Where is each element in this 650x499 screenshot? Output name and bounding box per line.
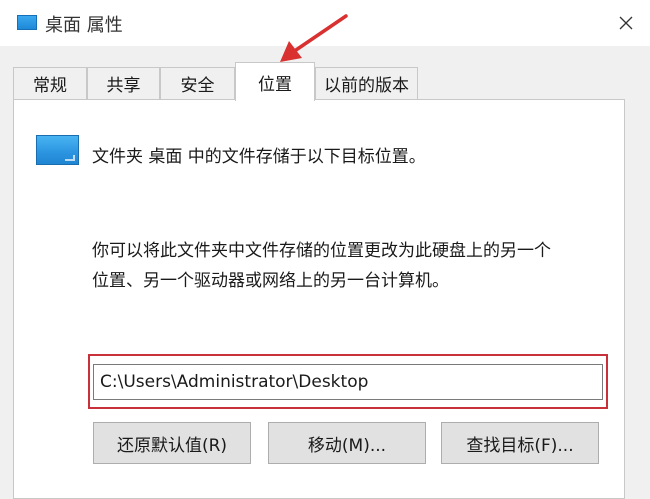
tab-general[interactable]: 常规 <box>13 67 87 99</box>
tab-location[interactable]: 位置 <box>235 62 315 101</box>
move-button[interactable]: 移动(M)... <box>268 422 426 464</box>
close-button[interactable] <box>602 0 650 46</box>
description-line-2: 位置、另一个驱动器或网络上的另一台计算机。 <box>92 271 449 291</box>
path-input[interactable] <box>93 364 603 400</box>
folder-icon <box>36 135 79 165</box>
tab-sharing[interactable]: 共享 <box>87 67 160 99</box>
folder-icon <box>17 15 37 30</box>
tab-bar: 常规 共享 安全 位置 以前的版本 <box>13 62 643 101</box>
find-target-button[interactable]: 查找目标(F)... <box>441 422 599 464</box>
tab-security[interactable]: 安全 <box>160 67 235 99</box>
location-description: 你可以将此文件夹中文件存储的位置更改为此硬盘上的另一个 位置、另一个驱动器或网络… <box>92 236 612 296</box>
location-panel: 文件夹 桌面 中的文件存储于以下目标位置。 你可以将此文件夹中文件存储的位置更改… <box>13 99 625 499</box>
close-icon <box>619 16 633 30</box>
restore-default-button[interactable]: 还原默认值(R) <box>93 422 251 464</box>
description-line-1: 你可以将此文件夹中文件存储的位置更改为此硬盘上的另一个 <box>92 241 551 261</box>
window-title: 桌面 属性 <box>45 15 123 36</box>
location-info: 文件夹 桌面 中的文件存储于以下目标位置。 <box>92 147 426 167</box>
title-bar: 桌面 属性 <box>0 0 650 46</box>
tab-previous-versions[interactable]: 以前的版本 <box>315 67 418 99</box>
